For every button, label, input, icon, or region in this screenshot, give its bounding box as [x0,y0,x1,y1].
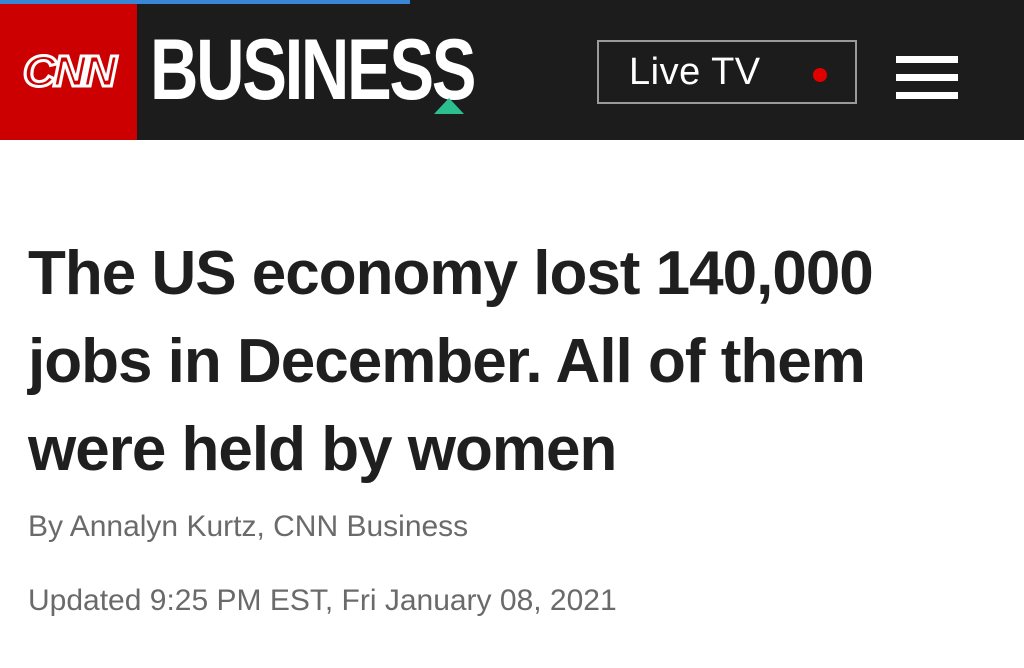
article-byline: By Annalyn Kurtz, CNN Business [28,510,469,543]
hamburger-menu-icon[interactable] [896,56,958,100]
article-headline: The US economy lost 140,000 jobs in Dece… [28,239,874,484]
site-header: CNN BUSINESS Live TV [0,4,1024,140]
business-section-logo[interactable]: BUSINESS [150,22,477,118]
red-dot-icon [813,68,827,82]
cnn-logo[interactable]: CNN [0,4,137,140]
green-triangle-icon [434,98,464,114]
live-tv-label: Live TV [629,50,761,93]
article-timestamp: Updated 9:25 PM EST, Fri January 08, 202… [28,584,617,617]
cnn-logo-text: CNN [22,46,119,98]
menu-bar-top [896,56,958,63]
live-tv-button[interactable]: Live TV [597,40,857,104]
article-page: CNN BUSINESS Live TV The US economy lost… [0,0,1024,668]
menu-bar-middle [896,74,958,81]
menu-bar-bottom [896,92,958,99]
